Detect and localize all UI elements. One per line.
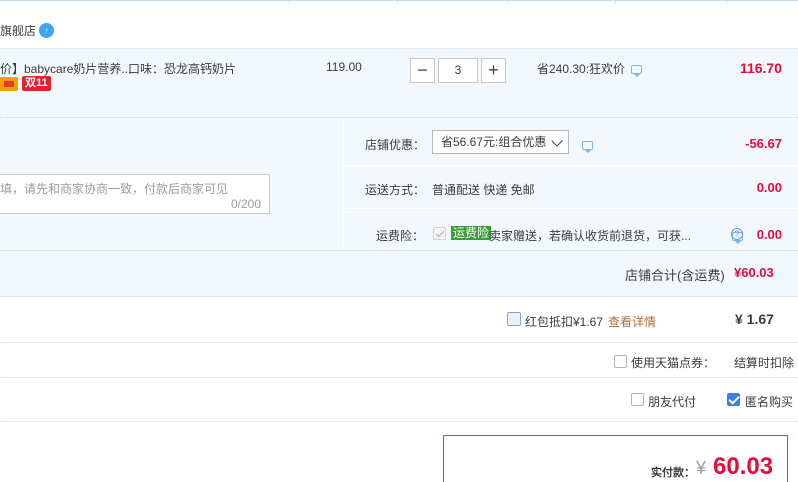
store-promo-select[interactable]: 省56.67元:组合优惠 bbox=[432, 130, 569, 154]
quantity-minus-button[interactable]: − bbox=[410, 58, 435, 83]
anonymous-label: 匿名购买 bbox=[745, 395, 794, 409]
chat-icon[interactable] bbox=[582, 141, 593, 154]
item-discount-note: 省240.30:狂欢价 bbox=[537, 60, 643, 78]
anonymous-checkbox[interactable] bbox=[727, 393, 740, 406]
redpack-details-link[interactable]: 查看详情 bbox=[608, 313, 656, 330]
divider bbox=[0, 421, 798, 422]
buyer-memo-placeholder: 填，请先和商家协商一致，付款后商家可见 bbox=[0, 182, 229, 196]
panel-divider bbox=[343, 118, 344, 250]
tmall-points-label: 使用天猫点券： bbox=[631, 356, 716, 370]
chat-icon[interactable] bbox=[631, 65, 643, 78]
store-total-label: 店铺合计(含运费) bbox=[625, 268, 725, 283]
insurance-checkbox bbox=[433, 227, 446, 240]
divider bbox=[0, 342, 798, 343]
item-spec: 口味：恐龙高钙奶片 bbox=[128, 62, 237, 76]
insurance-amount: 0.00 bbox=[756, 227, 782, 242]
tmall-points-note: 结算时扣除 bbox=[734, 356, 795, 370]
options-separator bbox=[344, 165, 798, 166]
table-header-line bbox=[0, 0, 798, 4]
double11-tag: 双11 bbox=[22, 76, 51, 91]
store-total-value: ¥60.03 bbox=[734, 265, 774, 280]
store-name[interactable]: 旗舰店 bbox=[0, 24, 36, 38]
redpack-label: 红包抵扣¥1.67 bbox=[525, 315, 604, 329]
store-promo-select-value: 省56.67元:组合优惠 bbox=[441, 135, 547, 149]
payment-currency: ¥ bbox=[696, 458, 707, 478]
promo-tag-icon bbox=[0, 77, 18, 91]
header-divider bbox=[397, 1, 398, 4]
header-divider bbox=[615, 1, 616, 4]
shipping-method: 普通配送 快递 免邮 bbox=[432, 183, 535, 197]
quantity-plus-button[interactable]: + bbox=[481, 58, 506, 83]
item-discount-text: 省240.30:狂欢价 bbox=[537, 62, 626, 76]
redpack-amount: ¥ 1.67 bbox=[735, 311, 774, 327]
insurance-text: 卖家赠送，若确认收货前退货，可获... bbox=[489, 229, 692, 243]
item-subtotal: 116.70 bbox=[739, 60, 782, 76]
buyer-memo-count: 0/200 bbox=[231, 197, 262, 211]
item-title[interactable]: 价】babycare奶片营养... bbox=[0, 60, 131, 77]
shipping-label: 运送方式： bbox=[365, 183, 426, 197]
friend-pay-checkbox[interactable] bbox=[631, 393, 644, 406]
shipping-amount: 0.00 bbox=[756, 180, 782, 195]
store-promo-amount: -56.67 bbox=[745, 136, 782, 151]
friend-pay-label: 朋友代付 bbox=[648, 395, 697, 409]
divider bbox=[0, 377, 798, 378]
redpack-checkbox[interactable] bbox=[507, 312, 521, 326]
payment-total: 60.03 bbox=[713, 453, 774, 480]
header-divider bbox=[507, 1, 508, 4]
chevron-down-icon bbox=[551, 135, 563, 147]
store-row: 旗舰店 ↑ bbox=[0, 22, 55, 46]
header-divider bbox=[726, 1, 727, 4]
store-promo-label: 店铺优惠： bbox=[365, 138, 426, 152]
item-row bbox=[0, 48, 798, 118]
store-badge-icon: ↑ bbox=[39, 23, 55, 39]
tmall-points-checkbox[interactable] bbox=[614, 355, 627, 368]
insurance-tag: 运费险 bbox=[451, 226, 492, 240]
options-separator bbox=[344, 208, 798, 209]
insurance-label: 运费险： bbox=[376, 229, 425, 243]
payment-label: 实付款： bbox=[651, 467, 695, 479]
unit-price: 119.00 bbox=[326, 60, 362, 74]
quantity-input[interactable]: 3 bbox=[438, 58, 478, 83]
header-divider bbox=[289, 1, 290, 4]
